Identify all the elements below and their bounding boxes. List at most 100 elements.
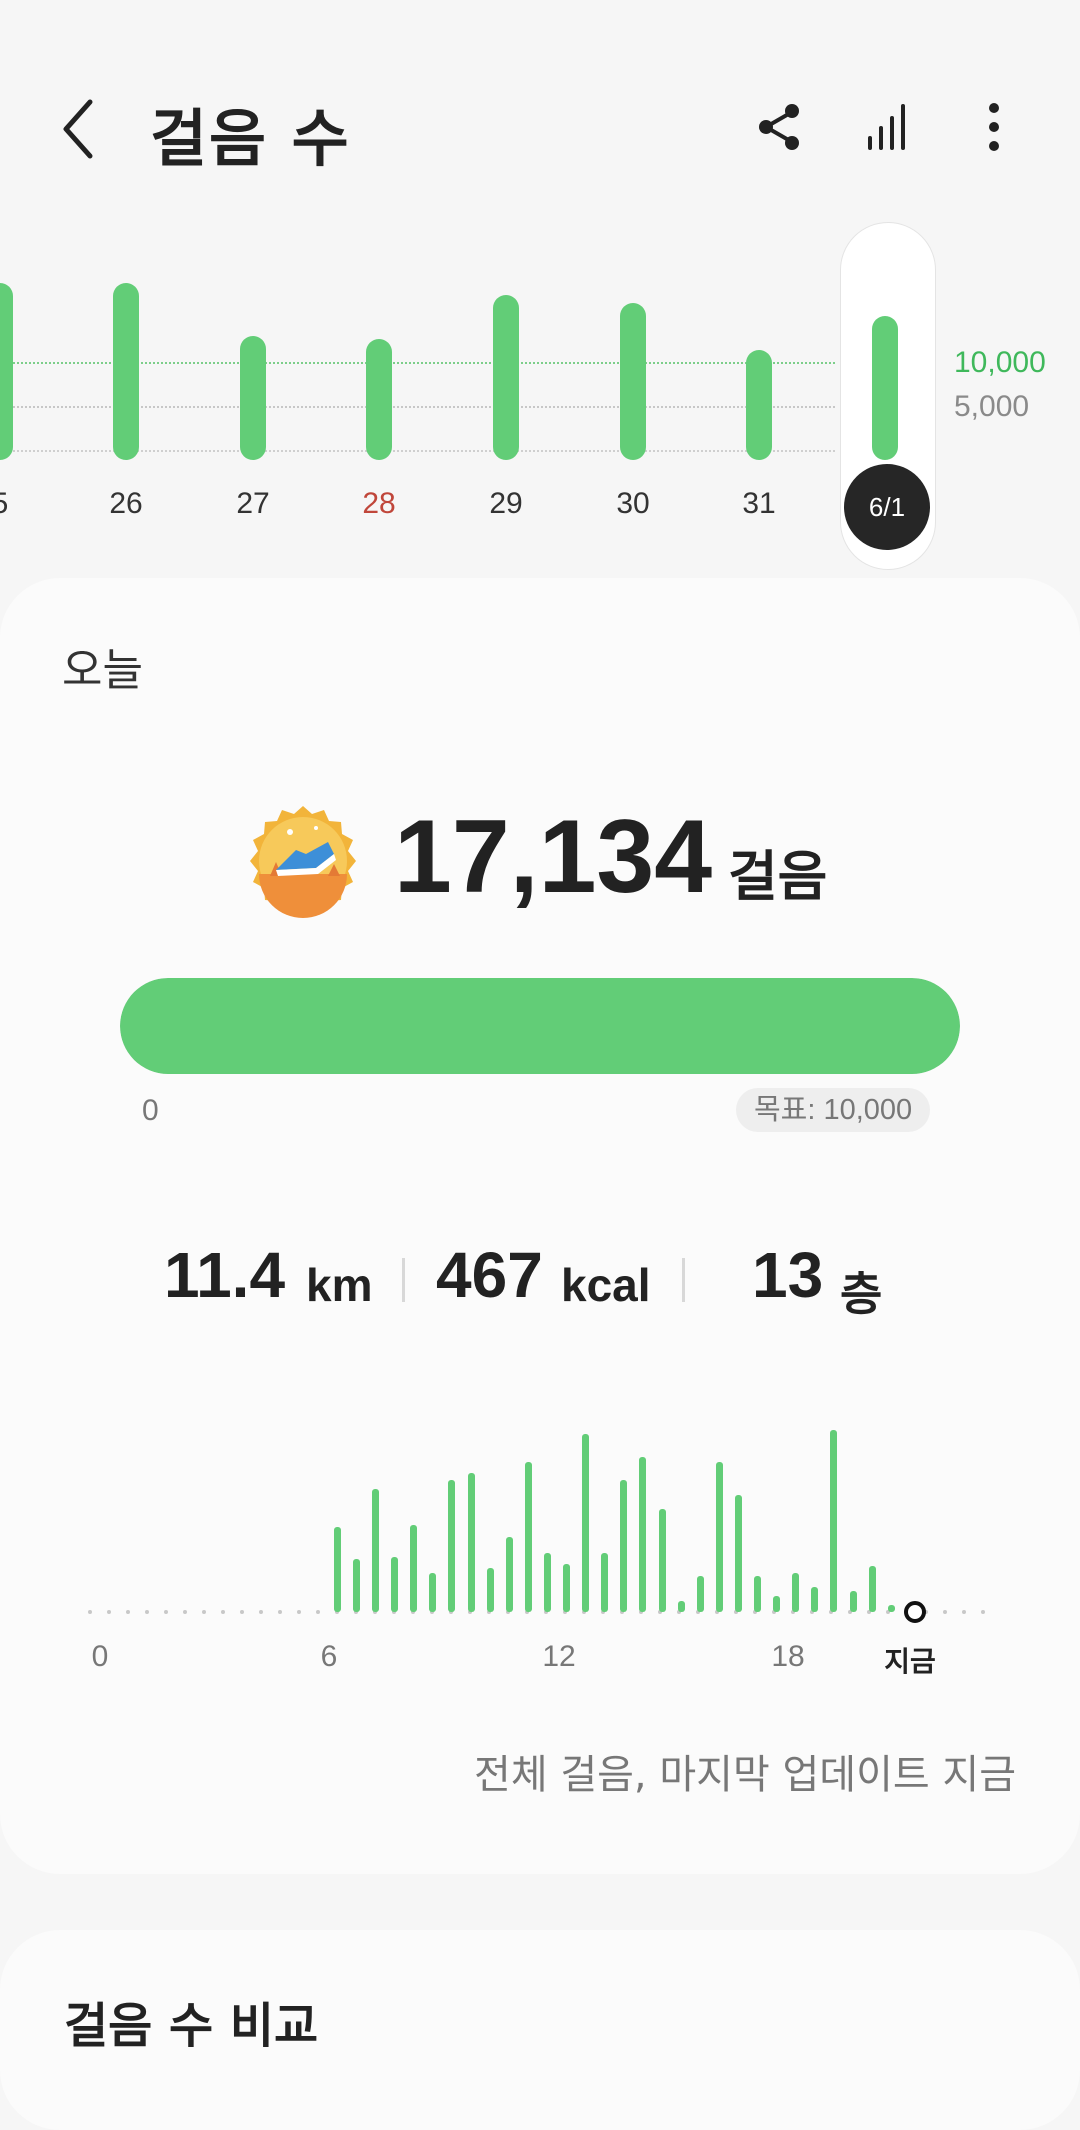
more-vertical-icon — [989, 103, 999, 151]
last-updated-text: 전체 걸음, 마지막 업데이트 지금 — [474, 1752, 1016, 1798]
goal-axis-label: 10,000 — [954, 346, 1046, 379]
today-label: 오늘 — [62, 645, 143, 696]
hourly-baseline-dot — [316, 1610, 320, 1614]
calories-value: 467 — [436, 1239, 543, 1311]
hourly-step-bar — [792, 1572, 800, 1612]
goal-progress-bar — [120, 978, 960, 1074]
hourly-step-bar — [429, 1572, 437, 1612]
hourly-step-bar — [868, 1565, 876, 1612]
hourly-step-bar — [543, 1553, 551, 1612]
hourly-step-bar — [467, 1473, 475, 1612]
hourly-baseline-dot — [278, 1610, 282, 1614]
week-day-bar[interactable] — [113, 283, 139, 460]
hourly-step-bar — [333, 1526, 341, 1612]
hourly-step-bar — [677, 1601, 685, 1612]
hourly-step-bar — [734, 1494, 742, 1612]
hourly-step-bar — [620, 1480, 628, 1612]
week-day-label[interactable]: 5 — [0, 487, 45, 521]
hourly-step-bar — [830, 1430, 838, 1612]
hourly-step-bar — [391, 1556, 399, 1612]
week-day-label[interactable]: 31 — [714, 487, 804, 521]
hourly-step-bar — [410, 1524, 418, 1612]
hourly-baseline-dot — [145, 1610, 149, 1614]
week-day-label[interactable]: 28 — [334, 487, 424, 521]
stat-divider — [682, 1258, 685, 1302]
more-options-button[interactable] — [972, 100, 1016, 154]
hourly-baseline-dot — [221, 1610, 225, 1614]
hourly-step-bar — [849, 1590, 857, 1612]
statistics-button[interactable] — [862, 100, 916, 154]
hourly-baseline-dot — [88, 1610, 92, 1614]
hourly-step-bar — [658, 1508, 666, 1612]
week-day-bar[interactable] — [493, 295, 519, 460]
floors-value: 13 — [752, 1239, 824, 1311]
running-shoe-medal-icon — [250, 806, 356, 918]
calories-unit: kcal — [561, 1259, 651, 1311]
hourly-step-bar — [887, 1604, 895, 1612]
share-icon — [759, 104, 799, 150]
week-day-label[interactable]: 26 — [81, 487, 171, 521]
activity-stats: 11.4 km 467 kcal 13 층 — [0, 1238, 1080, 1338]
hourly-step-bar — [524, 1462, 532, 1612]
bar-chart-icon — [868, 104, 905, 150]
current-time-marker — [904, 1601, 926, 1623]
week-day-bar[interactable] — [366, 339, 392, 460]
hourly-baseline-dot — [981, 1610, 985, 1614]
week-day-bar[interactable] — [620, 302, 646, 460]
week-day-bar[interactable] — [746, 350, 772, 460]
distance-unit: km — [306, 1259, 373, 1311]
week-day-label[interactable]: 27 — [208, 487, 298, 521]
hourly-step-bar — [601, 1553, 609, 1612]
hourly-baseline-dot — [259, 1610, 263, 1614]
hourly-step-bar — [715, 1462, 723, 1612]
hourly-step-bar — [754, 1576, 762, 1612]
mid-axis-label: 5,000 — [954, 390, 1030, 423]
week-day-label[interactable]: 29 — [461, 487, 551, 521]
page-title: 걸음 수 — [150, 102, 351, 175]
hourly-step-bar — [696, 1576, 704, 1612]
hourly-step-bar — [639, 1457, 647, 1612]
progress-start-label: 0 — [142, 1094, 159, 1127]
hourly-axis-label: 6 — [320, 1640, 338, 1673]
hourly-baseline-dot — [107, 1610, 111, 1614]
hourly-baseline-dot — [126, 1610, 130, 1614]
hourly-step-bar — [372, 1489, 380, 1612]
hourly-axis-label: 12 — [542, 1640, 576, 1673]
today-steps-value: 17,134 — [394, 799, 713, 915]
compare-title: 걸음 수 비교 — [64, 1998, 319, 2054]
week-day-bar[interactable] — [872, 316, 898, 460]
compare-card[interactable]: 걸음 수 비교 — [0, 1930, 1080, 2130]
week-day-label[interactable]: 30 — [588, 487, 678, 521]
week-day-bar[interactable] — [240, 335, 266, 460]
hourly-baseline-dot — [202, 1610, 206, 1614]
share-button[interactable] — [752, 100, 806, 154]
floors-unit: 층 — [840, 1268, 883, 1320]
hourly-step-bar — [352, 1558, 360, 1612]
back-icon — [63, 99, 93, 159]
hourly-axis-label: 18 — [771, 1640, 805, 1673]
goal-chip[interactable]: 목표: 10,000 — [736, 1088, 931, 1132]
hourly-baseline-dot — [240, 1610, 244, 1614]
hourly-baseline-dot — [297, 1610, 301, 1614]
hourly-baseline-dot — [962, 1610, 966, 1614]
back-button[interactable] — [50, 92, 110, 166]
top-bar: 걸음 수 — [0, 0, 1080, 200]
hourly-step-bar — [773, 1595, 781, 1612]
today-steps-unit: 걸음 — [728, 845, 828, 908]
hourly-baseline-dot — [164, 1610, 168, 1614]
distance-value: 11.4 — [164, 1239, 286, 1311]
hourly-baseline-dot — [183, 1610, 187, 1614]
goal-medal — [246, 804, 360, 918]
selected-day-label[interactable]: 6/1 — [844, 464, 930, 550]
hourly-step-bar — [811, 1587, 819, 1612]
hourly-steps-chart[interactable]: 0 6 12 18 지금 — [0, 1418, 1080, 1788]
weekly-steps-chart[interactable]: 10,000 5,000 5 26 27 28 29 30 31 6/1 — [0, 210, 1080, 570]
stat-divider — [402, 1258, 405, 1302]
hourly-step-bar — [582, 1434, 590, 1612]
hourly-step-bar — [563, 1563, 571, 1612]
hourly-step-bar — [486, 1567, 494, 1612]
hourly-axis-label: 지금 — [884, 1646, 936, 1677]
today-card[interactable]: 오늘 17,134 걸음 0 목표: 10,000 11.4 km 467 kc… — [0, 578, 1080, 1874]
hourly-step-bar — [505, 1537, 513, 1612]
week-day-bar[interactable] — [0, 283, 13, 460]
